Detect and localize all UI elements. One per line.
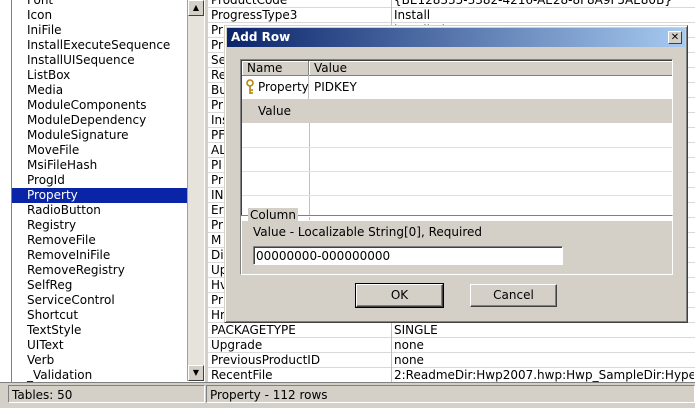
status-tables-count: Tables: 50 [8,385,205,403]
ok-button[interactable]: OK [355,283,444,308]
row-value-cell: none [394,338,424,352]
table-list-item[interactable]: RemoveFile [12,233,188,248]
table-list-item[interactable]: SelfReg [12,278,188,293]
table-list-item[interactable]: InstallExecuteSequence [12,38,188,53]
table-row[interactable]: ProgressType3 Install [208,8,695,23]
column-description: Value - Localizable String[0], Required [253,225,482,239]
row-name-value: Value [258,104,291,118]
scroll-down-icon[interactable]: ▼ [188,365,204,381]
table-list-item[interactable]: Registry [12,218,188,233]
row-value-cell: Install [394,8,431,22]
grid-row-line [242,171,672,172]
row-key-cell: ProductCode [211,0,288,7]
column-header-value[interactable]: Value [309,61,672,75]
table-row[interactable]: ProductCode {BE128335-3382-4216-AE28-8F8A… [208,0,695,8]
row-value-cell: SINGLE [394,323,438,337]
add-row-grid: Name Value Property PIDKEY Value [240,59,673,221]
table-list-item[interactable]: IniFile [12,23,188,38]
table-list-item[interactable]: InstallUISequence [12,53,188,68]
table-list-item[interactable]: Shortcut [12,308,188,323]
dialog-titlebar[interactable]: Add Row ✕ [227,28,685,47]
grid-row-value[interactable]: Value [242,99,672,123]
table-row[interactable]: PACKAGETYPE SINGLE [208,323,695,338]
row-value-value[interactable] [309,99,672,123]
table-list-item[interactable]: RadioButton [12,203,188,218]
table-list-item[interactable]: _Validation [12,368,188,382]
row-value-cell: {BE128335-3382-4216-AE28-8F8A9F5AE80B} [394,0,672,7]
table-list-item[interactable]: MoveFile [12,143,188,158]
table-list-item[interactable]: Verb [12,353,188,368]
tables-scrollbar[interactable]: ▲ ▼ [187,0,204,381]
row-key-cell: PACKAGETYPE [211,323,296,337]
table-list-item[interactable]: TextStyle [12,323,188,338]
table-list-item[interactable]: UIText [12,338,188,353]
row-key-cell: Upgrade [211,338,263,352]
row-name-property: Property [258,80,309,94]
column-header-name[interactable]: Name [242,61,309,75]
tables-panel: Font Icon IniFile InstallExecuteSequence Ins… [0,0,205,382]
table-list-item[interactable]: ModuleComponents [12,98,188,113]
table-list-item[interactable]: RemoveIniFile [12,248,188,263]
value-input[interactable] [253,246,563,265]
table-list-item[interactable]: ListBox [12,68,188,83]
key-icon [246,79,254,94]
table-list-item[interactable]: Font [12,0,188,8]
dialog-title: Add Row [231,30,291,44]
status-rows-info: Property - 112 rows [206,385,695,403]
add-row-dialog: Add Row ✕ Name Value Property PIDKEY Val… [224,25,688,323]
table-list-item[interactable]: Icon [12,8,188,23]
grid-row-line [242,195,672,196]
status-bar: Tables: 50 Property - 112 rows [0,382,695,408]
table-list-item[interactable]: ProgId [12,173,188,188]
table-list-item[interactable]: ModuleSignature [12,128,188,143]
table-list-item[interactable]: ModuleDependency [12,113,188,128]
column-group-label: Column [248,208,298,222]
grid-row-line [242,147,672,148]
close-icon[interactable]: ✕ [668,31,682,44]
table-list-item[interactable]: MsiFileHash [12,158,188,173]
table-row[interactable]: Upgrade none [208,338,695,353]
cancel-button[interactable]: Cancel [470,284,557,307]
table-list-item[interactable]: RemoveRegistry [12,263,188,278]
row-key-cell: RecentFile [211,368,273,382]
tables-list[interactable]: Font Icon IniFile InstallExecuteSequence Ins… [11,0,188,382]
row-value-cell: none [394,353,424,367]
row-value-cell: 2:ReadmeDir:Hwp2007.hwp:Hwp_SampleDir:Hy… [394,368,694,382]
table-list-item[interactable]: ServiceControl [12,293,188,308]
table-list-item[interactable]: Property [12,188,188,203]
grid-header: Name Value [242,61,672,76]
grid-row-property[interactable]: Property PIDKEY [242,75,672,99]
scroll-up-icon[interactable]: ▲ [188,0,204,16]
row-value-property[interactable]: PIDKEY [309,75,672,99]
table-list-item[interactable]: Media [12,83,188,98]
column-groupbox: Column Value - Localizable String[0], Re… [240,208,673,275]
table-row[interactable]: RecentFile 2:ReadmeDir:Hwp2007.hwp:Hwp_Sa… [208,368,695,382]
row-key-cell: ProgressType3 [211,8,298,22]
row-key-cell: PreviousProductID [211,353,321,367]
grid-column-line [309,123,310,220]
table-row[interactable]: PreviousProductID none [208,353,695,368]
